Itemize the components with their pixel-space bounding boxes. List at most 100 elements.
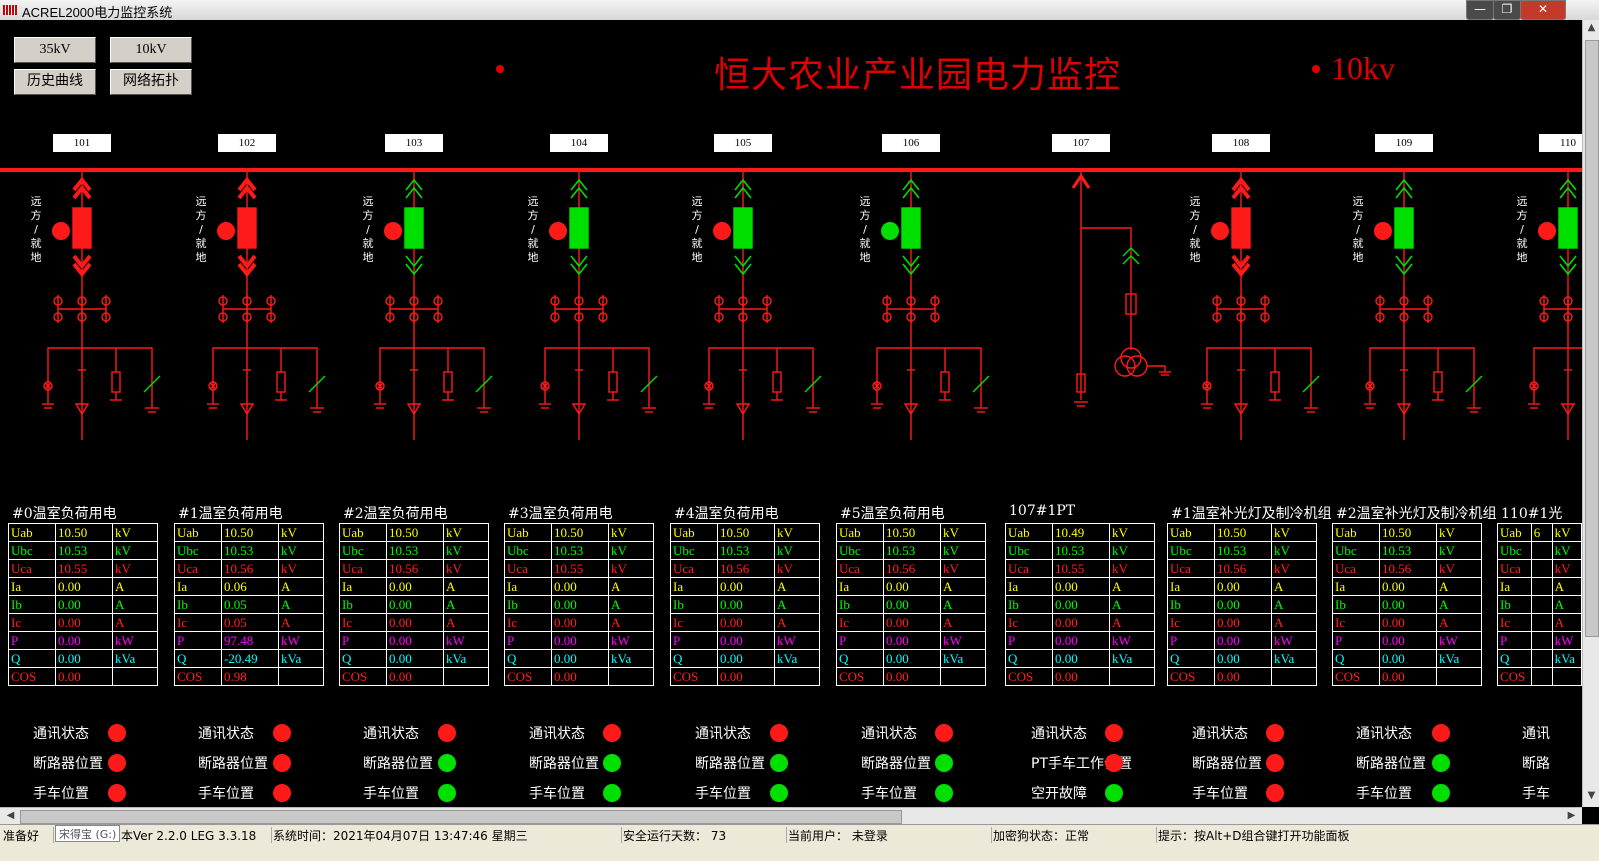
status-indicator[interactable] xyxy=(438,754,456,772)
param-unit: kV xyxy=(940,559,986,578)
status-indicator[interactable] xyxy=(438,784,456,802)
param-value: 0.00 xyxy=(55,667,113,686)
horizontal-scrollbar[interactable]: ◀ ▶ xyxy=(0,807,1582,825)
feeder-id-label[interactable]: 102 xyxy=(218,134,276,152)
remote-local-indicator[interactable] xyxy=(713,222,731,240)
status-indicator[interactable] xyxy=(1432,784,1450,802)
status-indicator[interactable] xyxy=(1266,724,1284,742)
scroll-left-icon[interactable]: ◀ xyxy=(2,810,19,821)
remote-local-indicator[interactable] xyxy=(881,222,899,240)
status-indicator[interactable] xyxy=(1432,724,1450,742)
param-name: Uca xyxy=(504,559,552,578)
param-name: Ia xyxy=(1497,577,1532,596)
param-unit: A xyxy=(443,577,489,596)
remote-local-indicator[interactable] xyxy=(549,222,567,240)
status-indicator[interactable] xyxy=(438,724,456,742)
feeder-id-label[interactable]: 110 xyxy=(1539,134,1582,152)
status-indicator[interactable] xyxy=(108,784,126,802)
feeder-id-label[interactable]: 103 xyxy=(385,134,443,152)
remote-local-char: 就 xyxy=(195,237,207,250)
param-value: 0.00 xyxy=(55,595,113,614)
param-unit: kV xyxy=(940,523,986,542)
param-name: Q xyxy=(504,649,552,668)
close-button[interactable]: ✕ xyxy=(1520,0,1566,20)
param-unit: kV xyxy=(1109,559,1155,578)
status-indicator[interactable] xyxy=(603,784,621,802)
feeder-id-label[interactable]: 106 xyxy=(882,134,940,152)
measurement-row: COS 0.00 xyxy=(1332,667,1482,686)
status-indicator[interactable] xyxy=(273,754,291,772)
feeder-id-label[interactable]: 104 xyxy=(550,134,608,152)
remote-local-char: 远 xyxy=(195,195,207,208)
status-label: 通讯状态 xyxy=(529,726,585,742)
measurement-row: Ic 0.00 A xyxy=(1005,613,1155,632)
scroll-down-icon[interactable]: ▼ xyxy=(1583,790,1599,801)
param-value: 10.53 xyxy=(1379,541,1437,560)
param-name: Q xyxy=(836,649,884,668)
status-indicator[interactable] xyxy=(1105,784,1123,802)
status-label: 断路器位置 xyxy=(33,756,103,772)
remote-local-indicator[interactable] xyxy=(52,222,70,240)
feeder-id-label[interactable]: 105 xyxy=(714,134,772,152)
measurement-table: Uab 10.50 kV Ubc 10.53 kV Uca 10.56 kV Ia 0.00 A Ib 0… xyxy=(1332,523,1482,686)
remote-local-indicator[interactable] xyxy=(217,222,235,240)
remote-local-char: 地 xyxy=(1516,251,1528,264)
status-indicator[interactable] xyxy=(603,724,621,742)
scroll-right-icon[interactable]: ▶ xyxy=(1563,810,1580,821)
param-value: 0.00 xyxy=(717,649,775,668)
circuit-title: #0温室负荷用电 xyxy=(12,506,117,522)
param-unit: kV xyxy=(1436,559,1482,578)
status-indicator[interactable] xyxy=(935,754,953,772)
status-indicator[interactable] xyxy=(273,724,291,742)
status-indicator[interactable] xyxy=(1432,754,1450,772)
remote-local-char: 远 xyxy=(362,195,374,208)
horizontal-scroll-thumb[interactable] xyxy=(20,810,902,824)
param-unit: A xyxy=(774,595,820,614)
param-unit: kV xyxy=(1436,541,1482,560)
feeder-id-label[interactable]: 107 xyxy=(1052,134,1110,152)
measurement-row: Uab 10.50 kV xyxy=(339,523,489,542)
param-unit xyxy=(1551,667,1582,686)
remote-local-indicator[interactable] xyxy=(1211,222,1229,240)
status-indicator[interactable] xyxy=(273,784,291,802)
feeder-id-label[interactable]: 109 xyxy=(1375,134,1433,152)
param-unit: kW xyxy=(774,631,820,650)
scroll-up-icon[interactable]: ▲ xyxy=(1583,22,1599,33)
circuit-title: #5温室负荷用电 xyxy=(840,506,945,522)
measurement-row: Uca 10.56 kV xyxy=(1167,559,1317,578)
vertical-scrollbar[interactable]: ▲ ▼ xyxy=(1582,20,1599,807)
status-indicator[interactable] xyxy=(770,754,788,772)
status-indicator[interactable] xyxy=(1105,754,1123,772)
status-indicator[interactable] xyxy=(1266,754,1284,772)
minimize-button[interactable]: — xyxy=(1466,0,1494,20)
param-name: Uab xyxy=(339,523,387,542)
status-indicator[interactable] xyxy=(1105,724,1123,742)
status-indicator[interactable] xyxy=(935,724,953,742)
remote-local-indicator[interactable] xyxy=(1538,222,1556,240)
status-indicator[interactable] xyxy=(1266,784,1284,802)
restore-button[interactable]: ❐ xyxy=(1493,0,1521,20)
measurement-row: Ubc 10.53 kV xyxy=(670,541,820,560)
status-indicator[interactable] xyxy=(108,724,126,742)
param-value: 0.00 xyxy=(1379,613,1437,632)
feeder-id-label[interactable]: 101 xyxy=(53,134,111,152)
feeder-id-label[interactable]: 108 xyxy=(1212,134,1270,152)
remote-local-indicator[interactable] xyxy=(1374,222,1392,240)
status-indicator[interactable] xyxy=(108,754,126,772)
measurement-row: COS 0.00 xyxy=(504,667,654,686)
status-label: 断路器位置 xyxy=(1192,756,1262,772)
status-indicator[interactable] xyxy=(770,784,788,802)
param-unit: kW xyxy=(1436,631,1482,650)
vertical-scroll-thumb[interactable] xyxy=(1585,40,1599,637)
status-indicator[interactable] xyxy=(603,754,621,772)
measurement-row: COS 0.00 xyxy=(836,667,986,686)
param-name: Uca xyxy=(1167,559,1215,578)
measurement-row: Ubc 10.53 kV xyxy=(174,541,324,560)
param-name: Ib xyxy=(8,595,56,614)
param-unit: A xyxy=(608,613,654,632)
status-indicator[interactable] xyxy=(770,724,788,742)
measurement-row: Q 0.00 kVa xyxy=(836,649,986,668)
remote-local-indicator[interactable] xyxy=(384,222,402,240)
measurement-row: P 0.00 kW xyxy=(670,631,820,650)
status-indicator[interactable] xyxy=(935,784,953,802)
